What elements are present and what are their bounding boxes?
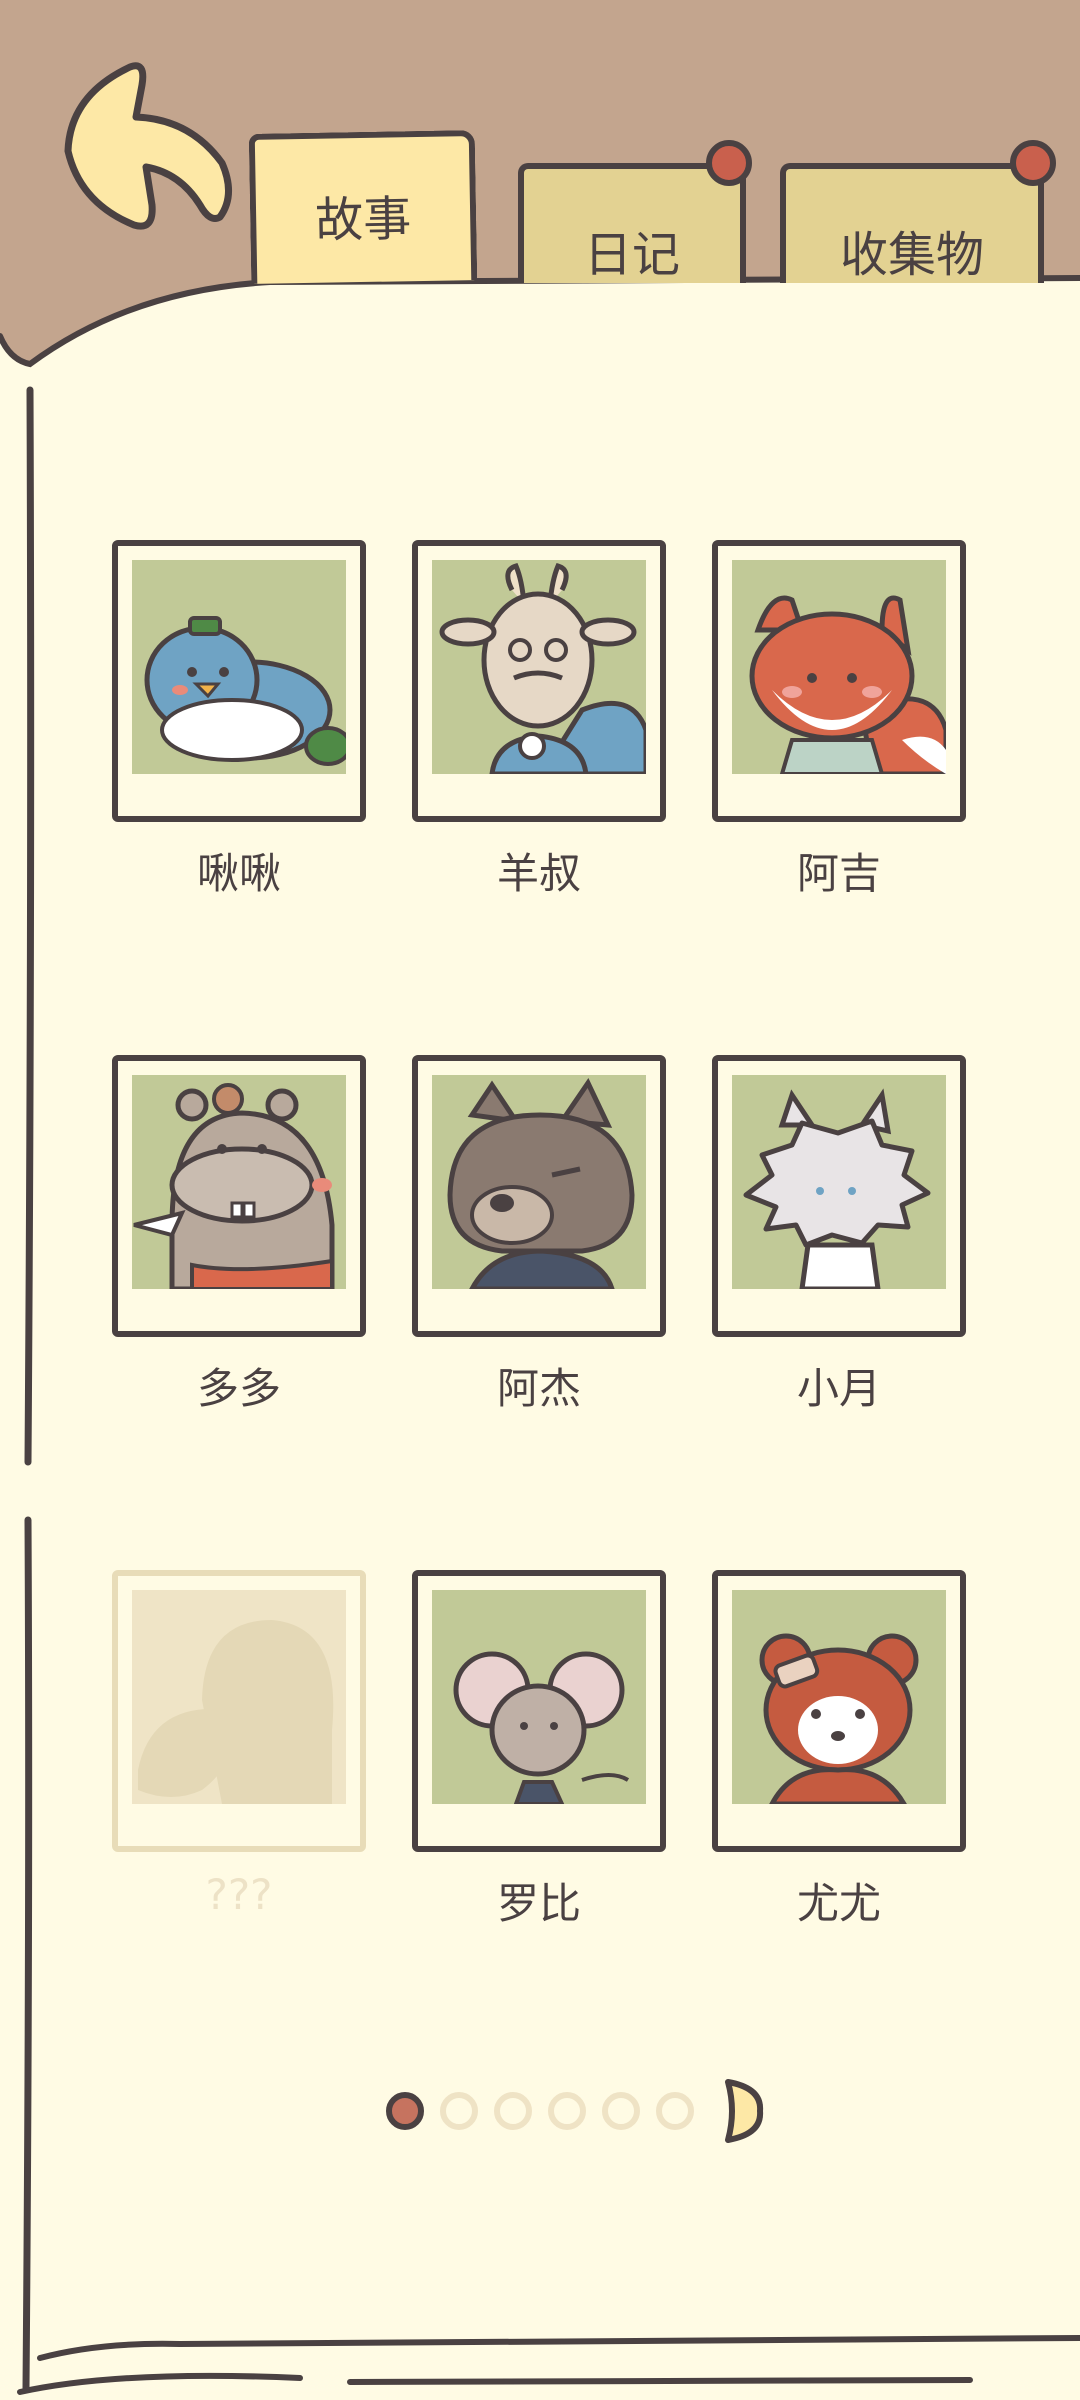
page-dot[interactable] — [548, 2092, 586, 2130]
diary-notification-badge — [706, 140, 752, 186]
fox-icon — [732, 560, 946, 774]
character-name-locked: ??? — [205, 1870, 273, 1919]
red-panda-icon — [732, 1590, 946, 1804]
character-card-jiujiu[interactable] — [112, 540, 366, 822]
character-card-yangshu[interactable] — [412, 540, 666, 822]
character-card-luobi[interactable] — [412, 1570, 666, 1852]
character-name: 小月 — [796, 1364, 881, 1413]
character-card-xiaoyue[interactable] — [712, 1055, 966, 1337]
next-page-arrow-icon[interactable] — [722, 2076, 766, 2146]
mouse-icon — [432, 1590, 646, 1804]
character-name: 阿吉 — [796, 849, 881, 898]
tab-collection-label: 收集物 — [839, 227, 984, 283]
locked-silhouette-icon — [132, 1590, 346, 1804]
white-cat-icon — [732, 1075, 946, 1289]
tab-diary-label: 日记 — [583, 227, 680, 283]
goat-icon — [432, 560, 646, 774]
tab-collection[interactable]: 收集物 — [780, 163, 1044, 283]
page-dot[interactable] — [602, 2092, 640, 2130]
collection-notification-badge — [1010, 140, 1056, 186]
character-card-youyou[interactable] — [712, 1570, 966, 1852]
tab-story-label: 故事 — [314, 191, 412, 249]
character-name: 啾啾 — [196, 849, 281, 898]
character-card-duoduo[interactable] — [112, 1055, 366, 1337]
hippo-icon — [132, 1075, 346, 1289]
character-name: 羊叔 — [496, 849, 581, 898]
character-name: 阿杰 — [496, 1364, 581, 1413]
page-dot-active[interactable] — [386, 2092, 424, 2130]
character-name: 多多 — [196, 1364, 281, 1413]
character-name: 尤尤 — [796, 1879, 881, 1928]
page-dot[interactable] — [440, 2092, 478, 2130]
character-card-locked — [112, 1570, 366, 1852]
character-card-aji[interactable] — [712, 540, 966, 822]
character-card-ajie[interactable] — [412, 1055, 666, 1337]
page-dot[interactable] — [656, 2092, 694, 2130]
tab-diary[interactable]: 日记 — [518, 163, 746, 283]
blue-bird-icon — [132, 560, 346, 774]
page-dot[interactable] — [494, 2092, 532, 2130]
character-name: 罗比 — [496, 1879, 581, 1928]
wolf-icon — [432, 1075, 646, 1289]
tab-story[interactable]: 故事 — [248, 130, 478, 284]
back-arrow-icon[interactable] — [50, 55, 240, 235]
